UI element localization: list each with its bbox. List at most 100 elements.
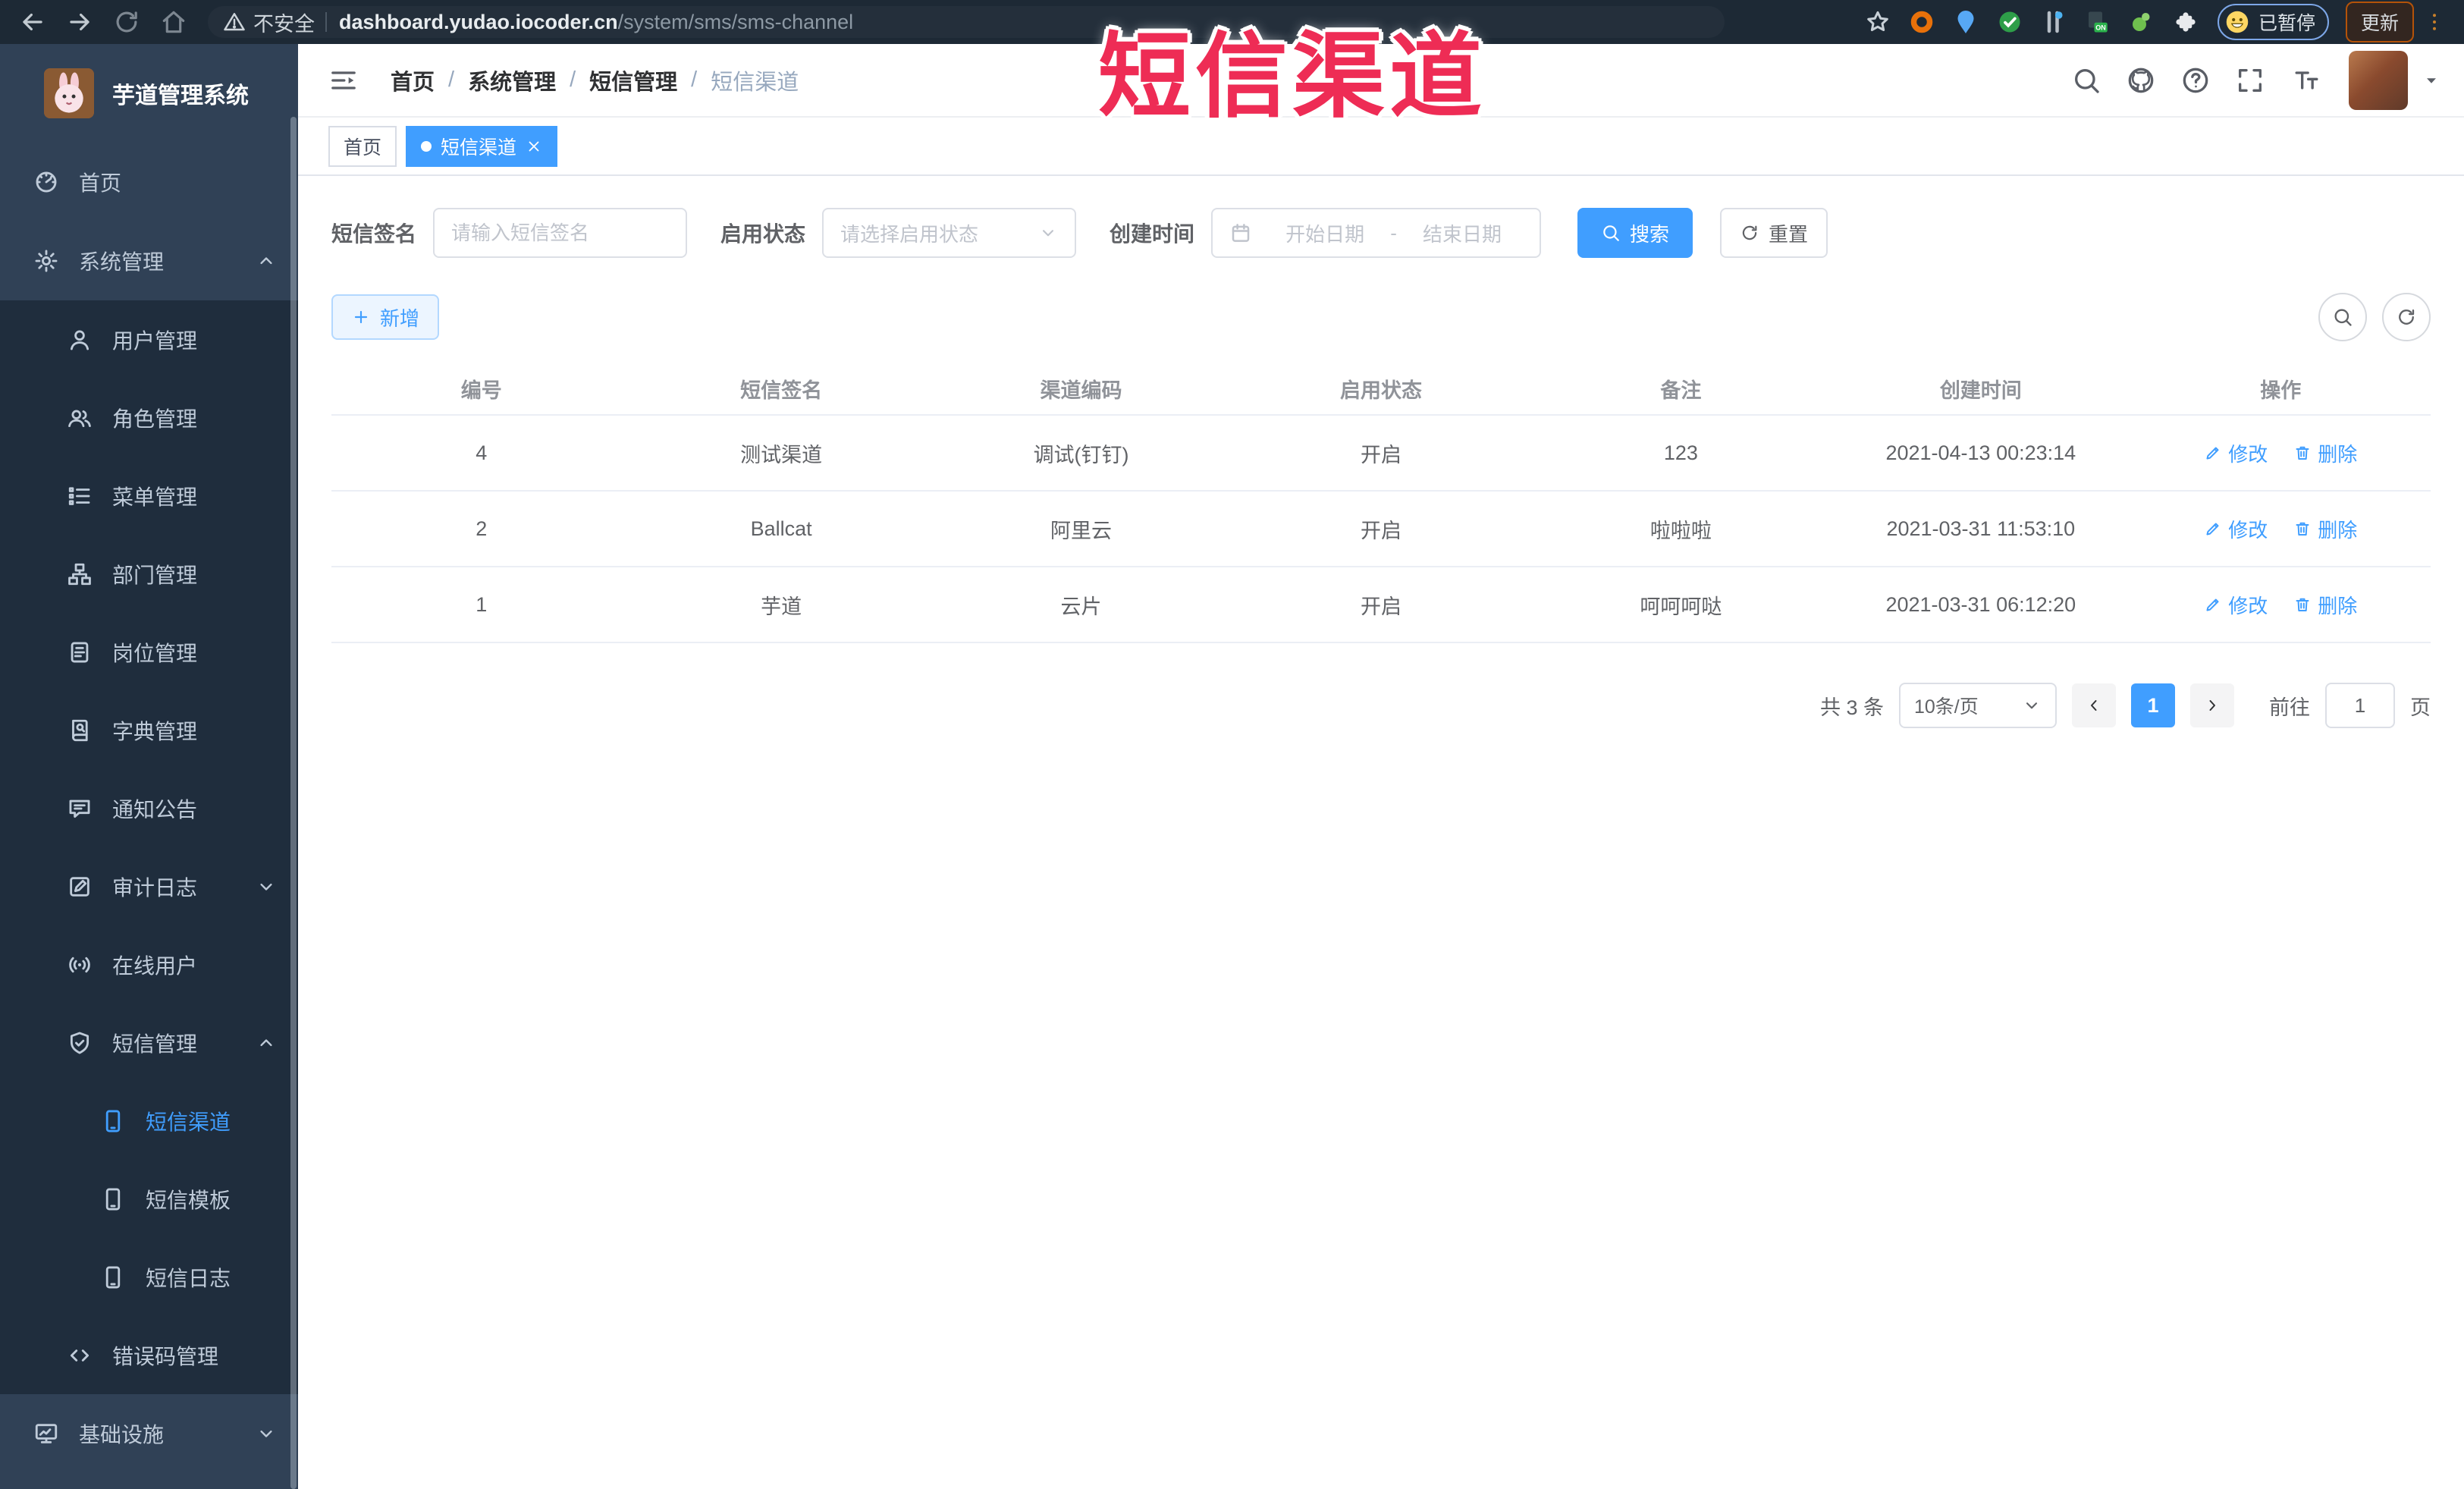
sidebar-item-系统管理[interactable]: 系统管理 [0, 221, 298, 300]
cell-created: 2021-04-13 00:23:14 [1885, 441, 2076, 464]
chevron-right-icon [2203, 696, 2221, 715]
address-bar[interactable]: 不安全 dashboard.yudao.iocoder.cn /system/s… [208, 6, 1725, 38]
sidebar-item-角色管理[interactable]: 角色管理 [0, 379, 298, 457]
extension-green-sprite-icon[interactable] [2128, 8, 2155, 36]
tag-短信渠道[interactable]: 短信渠道 [406, 125, 558, 167]
omnibox-divider [325, 12, 327, 32]
search-button-label: 搜索 [1630, 222, 1670, 246]
sidebar-item-label: 通知公告 [112, 797, 198, 821]
status-label: 启用状态 [720, 222, 806, 246]
date-range-picker[interactable]: 开始日期 - 结束日期 [1211, 208, 1542, 258]
extension-sliders-icon[interactable] [2040, 8, 2067, 36]
breadcrumb-item-短信管理[interactable]: 短信管理 [589, 64, 677, 96]
browser-menu-dots-icon[interactable] [2423, 9, 2446, 35]
sidebar-item-菜单管理[interactable]: 菜单管理 [0, 457, 298, 535]
sidebar-item-通知公告[interactable]: 通知公告 [0, 769, 298, 847]
sidebar-item-首页[interactable]: 首页 [0, 143, 298, 221]
sidebar-item-错误码管理[interactable]: 错误码管理 [0, 1316, 298, 1394]
cell-code: 云片 [1060, 595, 1102, 618]
avatar-caret-down-icon[interactable] [2422, 71, 2441, 90]
extension-green-check-icon[interactable] [1996, 8, 2023, 36]
help-icon[interactable] [2180, 65, 2211, 96]
user-avatar[interactable] [2349, 50, 2408, 110]
edit-link[interactable]: 修改 [2204, 515, 2268, 543]
table-header-备注: 备注 [1660, 379, 1702, 402]
current-page-button[interactable]: 1 [2131, 683, 2175, 727]
next-page-button[interactable] [2190, 683, 2234, 727]
sidebar-logo-row[interactable]: 芋道管理系统 [0, 44, 298, 143]
sign-input-field[interactable] [451, 221, 670, 245]
breadcrumb-separator: / [691, 68, 698, 92]
filter-form: 短信签名 启用状态 请选择启用状态 创建时间 开始日期 - 结束日期 [331, 208, 2431, 258]
extension-blue-pin-icon[interactable] [1952, 8, 1979, 36]
sidebar-item-label: 菜单管理 [112, 485, 198, 509]
sidebar-scrollbar[interactable] [290, 117, 297, 1489]
navbar-right-tools [2047, 50, 2441, 110]
sidebar-item-短信日志[interactable]: 短信日志 [0, 1238, 298, 1316]
sidebar-item-审计日志[interactable]: 审计日志 [0, 847, 298, 925]
font-size-icon[interactable] [2290, 65, 2320, 96]
table-action-row: 新增 [331, 293, 2431, 341]
home-icon[interactable] [159, 8, 188, 36]
breadcrumb-item-首页[interactable]: 首页 [391, 64, 435, 96]
profile-paused-chip[interactable]: 已暂停 [2217, 4, 2329, 40]
extension-on-badge-icon[interactable]: ON [2084, 8, 2111, 36]
status-select[interactable]: 请选择启用状态 [822, 208, 1077, 258]
sidebar-item-岗位管理[interactable]: 岗位管理 [0, 613, 298, 691]
table-body: 4 测试渠道 调试(钉钉) 开启 123 2021-04-13 00:23:14 修改 删除 2… [331, 416, 2431, 643]
sidebar-item-label: 审计日志 [112, 875, 198, 900]
goto-page-input[interactable] [2325, 683, 2395, 728]
breadcrumb-item-系统管理[interactable]: 系统管理 [468, 64, 556, 96]
page-content: 短信签名 启用状态 请选择启用状态 创建时间 开始日期 - 结束日期 [298, 176, 2464, 1489]
search-button[interactable]: 搜索 [1577, 208, 1693, 258]
github-icon[interactable] [2126, 65, 2156, 96]
sidebar-item-字典管理[interactable]: 字典管理 [0, 691, 298, 769]
sidebar-item-部门管理[interactable]: 部门管理 [0, 535, 298, 613]
breadcrumb-separator: / [448, 68, 455, 92]
reset-button-label: 重置 [1769, 222, 1809, 246]
fullscreen-icon[interactable] [2235, 65, 2265, 96]
add-button[interactable]: 新增 [331, 294, 439, 340]
sidebar-menu: 首页 系统管理 用户管理 角色管理菜单管理部门管理 岗位管理 字典管理通知公告审计日志在线… [0, 143, 298, 1473]
edit [2204, 595, 2222, 614]
trash [2293, 520, 2312, 538]
tag-首页[interactable]: 首页 [328, 125, 397, 167]
sidebar: 芋道管理系统 首页 系统管理 用户管理 角色管理菜单管理部门管理 岗位管理 字典管理通知公… [0, 44, 298, 1489]
sidebar-item-短信模板[interactable]: 短信模板 [0, 1160, 298, 1238]
bookmark-star-icon[interactable] [1864, 8, 1891, 36]
delete-link[interactable]: 删除 [2293, 591, 2357, 619]
toggle-search-button[interactable] [2318, 293, 2367, 341]
sidebar-item-短信管理[interactable]: 短信管理 [0, 1004, 298, 1082]
forward-icon[interactable] [65, 8, 94, 36]
sign-input[interactable] [433, 208, 688, 258]
page-size-select[interactable]: 10条/页 [1899, 683, 2057, 728]
chevron-down-icon [256, 876, 277, 897]
edit-link[interactable]: 修改 [2204, 591, 2268, 619]
extension-orange-ring-icon[interactable] [1908, 8, 1935, 36]
header-search-icon[interactable] [2071, 65, 2101, 96]
browser-update-button[interactable]: 更新 [2345, 2, 2414, 42]
hamburger-icon[interactable] [328, 65, 359, 96]
post-icon [67, 639, 93, 665]
refresh-table-button[interactable] [2382, 293, 2431, 341]
back-icon[interactable] [18, 8, 47, 36]
delete-link[interactable]: 删除 [2293, 439, 2357, 467]
cell-remark: 123 [1663, 441, 1698, 464]
goto-label: 前往 [2269, 696, 2310, 719]
edit-link[interactable]: 修改 [2204, 439, 2268, 467]
table-header-row: 编号 短信签名 渠道编码 启用状态 备注 创建时间 操作 [331, 363, 2431, 416]
reload-icon[interactable] [112, 8, 141, 36]
not-secure-warning-icon [223, 11, 246, 33]
prev-page-button[interactable] [2072, 683, 2116, 727]
reset-button[interactable]: 重置 [1720, 208, 1828, 258]
delete-link-label: 删除 [2318, 442, 2358, 466]
sidebar-item-基础设施[interactable]: 基础设施 [0, 1394, 298, 1473]
dict-icon [67, 718, 93, 743]
cell-operations: 修改 删除 [2131, 567, 2431, 642]
delete-link[interactable]: 删除 [2293, 515, 2357, 543]
sidebar-item-在线用户[interactable]: 在线用户 [0, 925, 298, 1004]
sidebar-item-用户管理[interactable]: 用户管理 [0, 300, 298, 379]
extensions-puzzle-icon[interactable] [2172, 8, 2199, 36]
tag-close-icon[interactable] [526, 138, 542, 155]
sidebar-item-短信渠道[interactable]: 短信渠道 [0, 1082, 298, 1160]
